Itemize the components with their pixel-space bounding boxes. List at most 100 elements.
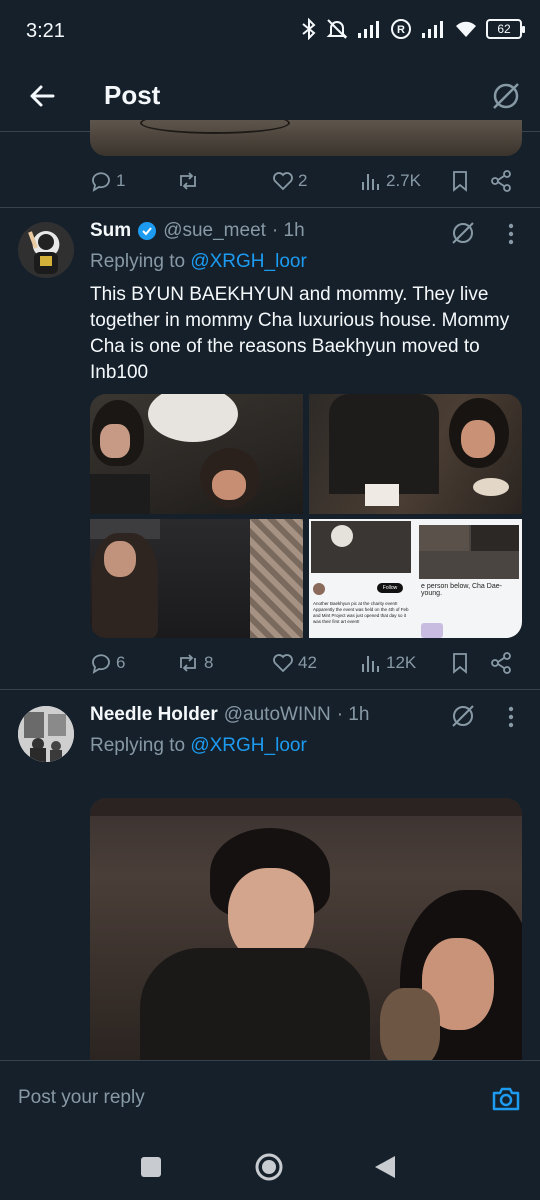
avatar[interactable] <box>18 222 74 278</box>
reply-composer: Post your reply <box>0 1060 540 1134</box>
reply-button[interactable]: 1 <box>90 170 125 192</box>
bookmark-button[interactable] <box>450 652 470 674</box>
sweater-shape <box>140 948 370 1060</box>
retweet-button[interactable]: 8 <box>176 652 213 674</box>
retweet-button[interactable] <box>176 170 200 192</box>
views-icon <box>362 174 379 190</box>
display-name[interactable]: Sum <box>90 220 131 242</box>
lamp-shape <box>148 394 238 442</box>
share-icon <box>491 652 511 674</box>
tweet-time: · 1h <box>336 704 370 725</box>
heart-icon <box>273 172 293 191</box>
bookmark-icon <box>453 171 467 192</box>
more-options-button[interactable] <box>500 220 522 248</box>
face-shape-4 <box>104 541 136 577</box>
page-title: Post <box>104 80 161 110</box>
replying-to-link[interactable]: @XRGH_loor <box>190 735 306 756</box>
photo-top-border <box>90 798 522 816</box>
status-bar: 3:21 R 62 <box>0 0 540 62</box>
home-circle-icon <box>255 1153 283 1181</box>
more-options-button[interactable] <box>500 703 522 731</box>
lamp-mini <box>331 525 353 547</box>
avatar[interactable] <box>18 706 74 762</box>
back-triangle-icon <box>375 1156 395 1178</box>
retweet-icon <box>180 172 196 190</box>
media-screenshot[interactable]: e person below, Cha Dae-young. Follow An… <box>309 519 522 638</box>
battery-indicator: 62 <box>486 19 525 39</box>
replying-to: Replying to @XRGH_loor <box>90 735 307 757</box>
avatar-figure-icon <box>28 231 58 274</box>
camera-button[interactable] <box>488 1081 524 1117</box>
face-shape <box>100 424 130 458</box>
face-shape-3 <box>461 420 495 458</box>
like-button[interactable]: 42 <box>272 652 317 674</box>
grok-tweet-button[interactable] <box>448 701 478 731</box>
replying-prefix: Replying to <box>90 251 191 272</box>
recents-button[interactable] <box>136 1152 166 1182</box>
media-photo-2[interactable] <box>309 394 522 514</box>
more-vertical-icon <box>508 706 514 728</box>
reply-button[interactable]: 6 <box>90 652 125 674</box>
prev-tweet-actions: 1 2 2.7K <box>90 164 520 198</box>
replying-to-link[interactable]: @XRGH_loor <box>190 251 306 272</box>
view-count: 2.7K <box>386 171 421 190</box>
retweet-count: 8 <box>204 653 214 672</box>
mini-chip <box>421 623 443 638</box>
svg-text:R: R <box>397 24 405 36</box>
media-photo-1[interactable] <box>90 394 303 514</box>
tweet-media-grid: e person below, Cha Dae-young. Follow An… <box>90 394 522 638</box>
mini-follow-button: Follow <box>377 583 403 593</box>
signal-2-icon <box>422 21 443 38</box>
views-icon <box>362 656 379 672</box>
divider <box>0 689 540 690</box>
back-nav-button[interactable] <box>370 1152 400 1182</box>
tweet-text: This BYUN BAEKHYUN and mommy. They live … <box>90 284 510 383</box>
share-button[interactable] <box>490 170 512 192</box>
tweet-media-photo[interactable] <box>90 798 522 1060</box>
views-button[interactable]: 2.7K <box>360 170 421 192</box>
mini-tweet-text: Another Baekhyun pic at the charity even… <box>313 601 409 624</box>
replying-to: Replying to @XRGH_loor <box>90 251 307 273</box>
pattern-shirt-shape <box>250 519 303 638</box>
reply-count: 6 <box>116 653 126 672</box>
share-button[interactable] <box>490 652 512 674</box>
like-count: 2 <box>298 171 308 190</box>
bookmark-button[interactable] <box>450 170 470 192</box>
paper-shape <box>365 484 399 506</box>
bookmark-icon <box>453 653 467 674</box>
back-button[interactable] <box>22 76 62 116</box>
screenshot-photo-a <box>311 521 411 573</box>
grok-slash-icon <box>493 83 519 109</box>
square-icon <box>141 1157 161 1177</box>
display-name[interactable]: Needle Holder <box>90 704 218 726</box>
reply-input[interactable]: Post your reply <box>18 1087 145 1109</box>
heart-icon <box>273 654 293 673</box>
mini-photo-d <box>471 525 519 551</box>
sweater-shape <box>329 394 439 494</box>
media-photo-3[interactable] <box>90 519 303 638</box>
battery-level: 62 <box>497 22 511 36</box>
divider <box>0 207 540 208</box>
wifi-icon <box>456 21 476 37</box>
home-button[interactable] <box>252 1150 286 1184</box>
cup-shape <box>473 478 509 496</box>
tweet-author-line: Sum @sue_meet · 1h <box>90 220 305 242</box>
back-arrow-icon <box>30 85 55 107</box>
reply-icon <box>92 654 110 674</box>
prev-tweet-media[interactable] <box>90 120 522 156</box>
like-count: 42 <box>298 653 317 672</box>
signal-icon <box>358 21 379 38</box>
user-handle[interactable]: @autoWINN <box>224 704 331 726</box>
tweet-actions: 6 8 42 12K <box>90 646 520 680</box>
grok-button[interactable] <box>486 76 526 116</box>
views-button[interactable]: 12K <box>360 652 416 674</box>
mute-bell-icon <box>326 19 348 39</box>
screenshot-caption: e person below, Cha Dae-young. <box>421 583 502 597</box>
media-detail <box>140 120 290 134</box>
grok-tweet-button[interactable] <box>448 218 478 248</box>
user-handle[interactable]: @sue_meet <box>163 220 266 242</box>
system-nav-bar <box>0 1134 540 1200</box>
face-shape-2 <box>212 470 246 500</box>
fur-collar-shape <box>380 988 440 1060</box>
like-button[interactable]: 2 <box>272 170 307 192</box>
